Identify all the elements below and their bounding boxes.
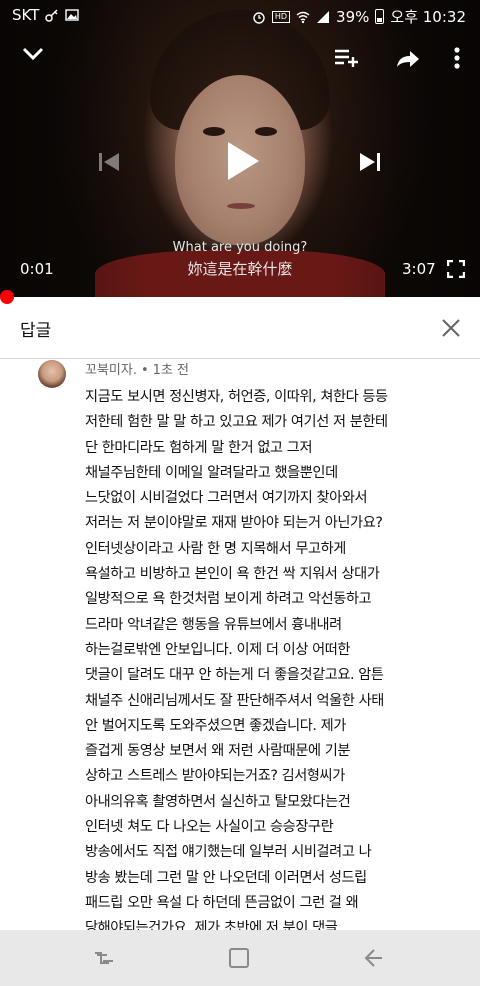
comment-line: 패드립 오만 욕설 다 하던데 뜬금없이 그런 걸 왜	[85, 894, 359, 911]
comment-line: 댓글이 달려도 대꾸 안 하는게 더 좋을것같고요. 암튼	[85, 667, 384, 684]
collapse-chevron-icon[interactable]	[22, 46, 44, 62]
battery-icon	[375, 9, 385, 24]
close-icon[interactable]	[440, 317, 462, 339]
comment-line: 일방적으로 욕 한것처럼 보이게 하려고 악선동하고	[85, 591, 372, 608]
comment-meta: 꼬북미자. • 1초 전	[85, 363, 189, 378]
fullscreen-icon[interactable]	[447, 260, 465, 278]
current-time: 0:01	[20, 260, 54, 278]
comment-line: 방송에서도 직접 얘기했는데 일부러 시비걸려고 나	[85, 844, 372, 861]
next-icon[interactable]	[358, 150, 382, 174]
comment-line: 인터넷 쳐도 다 나오는 사실이고 승승장구란	[85, 819, 334, 836]
comment-line: 저한테 험한 말 말 하고 있고요 제가 여기선 저 분한테	[85, 414, 388, 431]
comment-author[interactable]: 꼬북미자.	[85, 363, 137, 378]
home-icon[interactable]	[226, 946, 252, 970]
comment-line: 단 한마디라도 험하게 말 한거 없고 그저	[85, 439, 313, 456]
key-icon	[45, 9, 58, 22]
image-icon	[65, 9, 80, 21]
reply-panel: 답글 꼬북미자. • 1초 전 지금도 보시면 정신병자, 허언증, 이따위, 쳐한…	[0, 297, 480, 986]
comment-line: 드라마 악녀같은 행동을 유튜브에서 흉내내려	[85, 616, 342, 633]
comment-timestamp: 1초 전	[152, 363, 189, 378]
previous-icon[interactable]	[97, 150, 121, 174]
hd-voice-icon: HD	[271, 10, 291, 23]
more-vert-icon[interactable]	[452, 46, 462, 70]
share-icon[interactable]	[396, 50, 420, 68]
add-to-playlist-icon[interactable]	[334, 48, 360, 68]
comment-line: 방송 봤는데 그런 말 안 나오던데 이러면서 성드립	[85, 869, 367, 886]
avatar[interactable]	[38, 360, 66, 388]
comment-line: 상하고 스트레스 받아야되는거죠? 김서형씨가	[85, 768, 345, 785]
carrier-label: SKT	[12, 6, 40, 24]
comment-line: 지금도 보시면 정신병자, 허언증, 이따위, 쳐한다 등등	[85, 389, 388, 405]
comment-line: 안 벌어지도록 도와주셨으면 좋겠습니다. 제가	[85, 717, 346, 734]
comment-line: 욕설하고 비방하고 본인이 욕 한건 싹 지워서 상대가	[85, 566, 380, 583]
subtitle-english: What are you doing?	[172, 240, 308, 255]
play-icon[interactable]	[225, 140, 261, 182]
status-bar: SKT HD 39% 오후 10:32	[0, 0, 480, 30]
back-icon[interactable]	[360, 946, 386, 970]
duration: 3:07	[402, 260, 436, 278]
wifi-icon	[296, 11, 310, 23]
system-nav-bar	[0, 930, 480, 986]
comment-line: 인터넷상이라고 사람 한 명 지목해서 무고하게	[85, 540, 346, 557]
comment-line: 저러는 저 분이야말로 재재 받아야 되는거 아닌가요?	[85, 515, 383, 532]
comment-line: 아내의유혹 촬영하면서 실신하고 탈모왔다는건	[85, 793, 351, 810]
comment-line: 즐겁게 동영상 보면서 왜 저런 사람때문에 기분	[85, 743, 351, 760]
comment-line: 채널주님한테 이메일 알려달라고 했을뿐인데	[85, 464, 338, 481]
comment-line: 채널주 신애리님께서도 잘 판단해주셔서 억울한 사태	[85, 692, 384, 709]
battery-percent: 39%	[336, 7, 370, 26]
signal-icon	[317, 10, 330, 23]
comment-text: 지금도 보시면 정신병자, 허언증, 이따위, 쳐한다 등등저한테 험한 말 말…	[85, 385, 470, 986]
progress-scrubber[interactable]	[0, 290, 14, 304]
reply-panel-header: 답글	[0, 297, 480, 359]
comment-line: 느닷없이 시비걸었다 그러면서 여기까지 찾아와서	[85, 490, 368, 507]
comment-line: 하는걸로밖엔 안보입니다. 이제 더 이상 어떠한	[85, 641, 351, 658]
recent-apps-icon[interactable]	[92, 946, 118, 970]
reply-panel-title: 답글	[20, 321, 52, 341]
clock: 오후 10:32	[390, 8, 466, 26]
alarm-icon	[253, 11, 265, 24]
